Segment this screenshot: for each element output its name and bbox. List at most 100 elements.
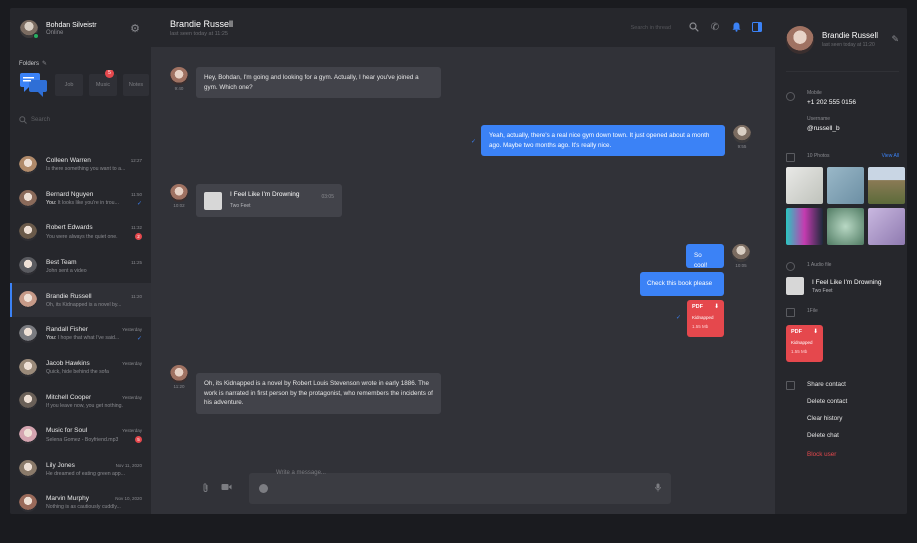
avatar — [19, 426, 37, 445]
chat-bubbles-icon[interactable] — [19, 72, 49, 98]
message-input-box[interactable]: Write a message... — [249, 470, 671, 507]
pdf-attachment[interactable]: PDF Kidnapped 1.55 Mb ⬇ — [786, 325, 823, 362]
photo-thumb[interactable] — [868, 208, 905, 245]
conversation: Brandie Russell last seen today at 11:25… — [151, 8, 775, 514]
read-check-icon: ✓ — [136, 200, 142, 207]
chat-preview: You: I hope that what I've said... — [46, 335, 119, 341]
download-icon[interactable]: ⬇ — [813, 328, 818, 335]
avatar — [19, 223, 37, 242]
search-bar[interactable]: Search — [19, 114, 142, 126]
gear-icon[interactable]: ⚙ — [129, 23, 141, 35]
folder-list: Job Music 5 Notes — [10, 70, 151, 100]
download-icon[interactable]: ⬇ — [714, 303, 719, 310]
chat-preview: Oh, its Kidnapped is a novel by... — [46, 302, 121, 308]
chat-list-item[interactable]: Mitchell Cooper Yesterday If you leave now… — [10, 385, 151, 419]
view-all-link[interactable]: View All — [882, 153, 899, 159]
chat-time: Nov 11, 2020 — [115, 462, 142, 468]
chat-list-item[interactable]: Robert Edwards 11:32 You were always the q… — [10, 216, 151, 250]
chat-name: Best Team — [46, 258, 77, 266]
file-icon — [786, 308, 795, 317]
file-name: Kidnapped — [692, 315, 714, 320]
chat-preview: You were always the quiet one. — [46, 234, 118, 240]
delete-chat-button[interactable]: Delete chat — [807, 432, 899, 439]
avatar — [732, 244, 750, 262]
search-icon[interactable] — [688, 21, 700, 34]
folder-notes[interactable]: Notes — [123, 74, 149, 96]
chat-list-item[interactable]: Brandie Russell 11:20 Oh, its Kidnapped is… — [10, 283, 151, 317]
paperclip-icon[interactable] — [202, 482, 209, 495]
chat-time: 11:25 — [131, 259, 142, 265]
pdf-attachment[interactable]: PDF Kidnapped 1.55 Mb ⬇ — [687, 300, 724, 337]
photo-thumb[interactable] — [827, 208, 864, 245]
pencil-icon[interactable]: ✎ — [891, 34, 899, 45]
preview-text: He dreamed of eating green app... — [46, 470, 126, 477]
chat-time: Yesterday — [122, 326, 142, 332]
chat-list-item[interactable]: Lily Jones Nov 11, 2020 He dreamed of eati… — [10, 452, 151, 486]
photo-thumb[interactable] — [786, 208, 823, 245]
chat-list-item[interactable]: Colleen Warren 12:27 Is there something yo… — [10, 148, 151, 182]
avatar[interactable] — [786, 25, 814, 54]
share-contact-button[interactable]: Share contact — [807, 381, 899, 388]
phone-icon[interactable]: ✆ — [709, 22, 721, 34]
microphone-icon[interactable] — [655, 483, 661, 494]
preview-text: You were always the quiet one. — [46, 233, 118, 240]
chat-list-item[interactable]: Music for Soul Yesterday Selena Gomez - Bo… — [10, 418, 151, 452]
contact-details-panel: Brandie Russell last seen today at 11:20… — [775, 8, 907, 514]
chat-name: Brandie Russell — [46, 292, 92, 300]
pencil-icon[interactable]: ✎ — [42, 61, 47, 67]
avatar — [19, 324, 37, 343]
preview-text: Quick, hide behind the sofa — [46, 369, 109, 376]
audio-file[interactable]: I Feel Like I'm Drowning Two Feet — [786, 277, 899, 295]
chat-list-item[interactable]: Marvin Murphy Nov 10, 2020 Nothing is as c… — [10, 486, 151, 514]
chat-list-item[interactable]: Best Team 11:25 John sent a video — [10, 249, 151, 283]
chat-time: Nov 10, 2020 — [115, 496, 142, 502]
audio-attachment[interactable]: I Feel Like I'm Drowning Two Feet 03:05 — [196, 184, 342, 217]
headphones-icon — [786, 262, 795, 271]
avatar — [19, 155, 37, 174]
search-icon — [19, 116, 27, 124]
emoji-icon[interactable] — [259, 484, 268, 493]
file-size: 1.55 Mb — [791, 349, 808, 354]
audio-cover-icon[interactable] — [204, 191, 222, 210]
contact-name[interactable]: Brandie Russell — [170, 19, 631, 29]
avatar — [733, 125, 751, 143]
chat-list: Colleen Warren 12:27 Is there something yo… — [10, 148, 151, 514]
video-camera-icon[interactable] — [221, 483, 232, 495]
photo-thumb[interactable] — [868, 167, 905, 204]
bell-icon[interactable] — [730, 22, 742, 34]
avatar — [19, 257, 37, 276]
chat-list-item[interactable]: Bernard Nguyen 11:50 You: It looks like yo… — [10, 182, 151, 216]
clear-history-button[interactable]: Clear history — [807, 415, 899, 422]
read-check-icon: ✓ — [676, 315, 682, 321]
chat-name: Bernard Nguyen — [46, 190, 94, 198]
avatar — [19, 493, 37, 512]
message-input[interactable]: Write a message... — [276, 470, 655, 507]
last-seen: last seen today at 11:20 — [822, 42, 875, 48]
chat-list-item[interactable]: Jacob Hawkins Yesterday Quick, hide behind… — [10, 351, 151, 385]
chat-preview: He dreamed of eating green app... — [46, 471, 125, 477]
folder-music[interactable]: Music 5 — [89, 70, 117, 96]
block-user-button[interactable]: Block user — [807, 451, 899, 458]
mobile-value[interactable]: +1 202 555 0156 — [807, 99, 899, 106]
folders-title: Folders — [19, 61, 40, 67]
chat-preview: If you leave now, you get nothing. — [46, 403, 123, 409]
message-bubble: Check this book please — [640, 272, 724, 296]
thread-search-input[interactable]: Search in thread — [631, 25, 671, 31]
avatar[interactable] — [20, 20, 39, 39]
preview-text: Nothing is as cautiously cuddly... — [46, 504, 121, 511]
username-value[interactable]: @russell_b — [807, 125, 899, 132]
search-input[interactable]: Search — [31, 117, 50, 123]
avatar — [19, 291, 37, 310]
photo-thumb[interactable] — [827, 167, 864, 204]
conversation-header: Brandie Russell last seen today at 11:25… — [151, 8, 775, 47]
preview-sender: You: — [46, 335, 57, 342]
chat-time: Yesterday — [122, 428, 142, 434]
chat-preview: Is there something you want to a... — [46, 166, 125, 172]
sidebar-toggle-icon[interactable] — [751, 21, 763, 34]
chat-list-item[interactable]: Randall Fisher Yesterday You: I hope that … — [10, 317, 151, 351]
messenger-app: Bohdan Silveistr Online ⚙ Folders ✎ Job M… — [10, 8, 907, 514]
delete-contact-button[interactable]: Delete contact — [807, 398, 899, 405]
read-check-icon: ✓ — [471, 139, 477, 145]
folder-job[interactable]: Job — [55, 74, 83, 96]
photo-thumb[interactable] — [786, 167, 823, 204]
